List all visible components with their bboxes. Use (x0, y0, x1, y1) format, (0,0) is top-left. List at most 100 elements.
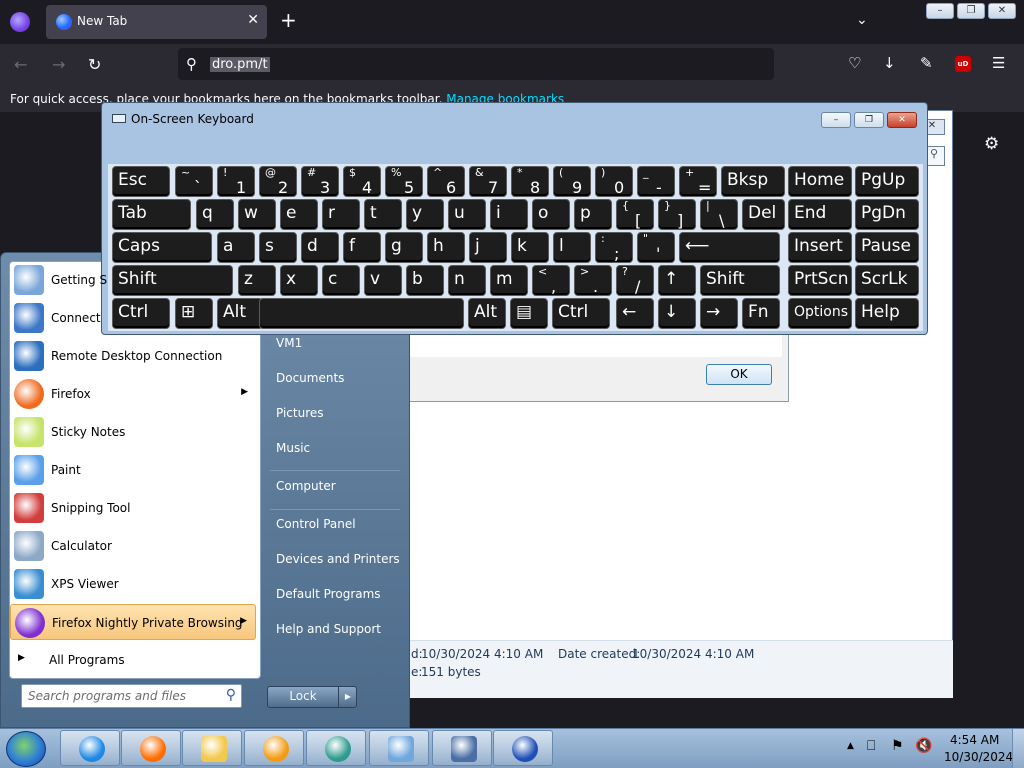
osk-key[interactable]: t (364, 199, 402, 230)
start-link[interactable]: Documents (276, 371, 344, 385)
start-button-icon[interactable] (6, 731, 46, 767)
osk-key[interactable]: | \ (700, 199, 738, 230)
show-hidden-icon[interactable]: ▲ (847, 741, 854, 751)
osk-key[interactable]: b (406, 265, 444, 296)
osk-key[interactable]: & 7 (469, 166, 507, 197)
osk-key[interactable]: v (364, 265, 402, 296)
hamburger-menu-icon[interactable]: ☰ (992, 54, 1005, 72)
taskbar-button[interactable] (182, 730, 242, 766)
lock-button[interactable]: Lock ▶ (267, 686, 357, 708)
osk-key[interactable]: Esc (112, 166, 170, 197)
program-item[interactable]: Remote Desktop Connection (10, 338, 256, 374)
start-link[interactable]: Devices and Printers (276, 552, 400, 566)
program-item[interactable]: Getting S (10, 262, 256, 298)
osk-key[interactable] (259, 298, 464, 329)
osk-key[interactable]: Help (855, 298, 919, 329)
restore-window-button[interactable]: ❐ (957, 3, 985, 19)
osk-key[interactable]: * 8 (511, 166, 549, 197)
osk-key[interactable]: ↑ (658, 265, 696, 296)
osk-key[interactable]: ScrLk (855, 265, 919, 296)
clock-date[interactable]: 10/30/2024 (944, 750, 1013, 764)
taskbar-button[interactable] (493, 730, 553, 766)
osk-key[interactable]: <, (532, 265, 570, 296)
downloads-icon[interactable]: ↓ (883, 54, 896, 72)
taskbar-button[interactable] (369, 730, 429, 766)
start-link[interactable]: Music (276, 441, 310, 455)
firefox-menu-icon[interactable] (10, 12, 30, 32)
osk-key[interactable]: ⟵ (679, 232, 780, 263)
osk-key[interactable]: Options (788, 298, 852, 329)
osk-key[interactable]: n (448, 265, 486, 296)
taskbar-button[interactable] (121, 730, 181, 766)
osk-key[interactable]: c (322, 265, 360, 296)
osk-key[interactable]: Pause (855, 232, 919, 263)
osk-key[interactable]: q (196, 199, 234, 230)
osk-key[interactable]: @2 (259, 166, 297, 197)
tab-new-tab[interactable]: New Tab ✕ (46, 5, 267, 39)
osk-key[interactable]: % 5 (385, 166, 423, 197)
osk-key[interactable]: u (448, 199, 486, 230)
osk-key[interactable]: ^ 6 (427, 166, 465, 197)
program-item[interactable]: Firefox ▶ (10, 376, 256, 412)
osk-key[interactable]: _ - (637, 166, 675, 197)
network-icon[interactable]: ⎕ (867, 738, 875, 754)
osk-key[interactable]: #3 (301, 166, 339, 197)
tab-close-icon[interactable]: ✕ (247, 12, 259, 28)
osk-key[interactable]: p (574, 199, 612, 230)
osk-key[interactable]: r (322, 199, 360, 230)
osk-key[interactable]: ~ ` (175, 166, 213, 197)
osk-key[interactable]: {[ (616, 199, 654, 230)
osk-key[interactable]: End (788, 199, 852, 230)
osk-key[interactable]: a (217, 232, 255, 263)
osk-key[interactable]: → (700, 298, 738, 329)
osk-key[interactable]: Fn (742, 298, 780, 329)
osk-key[interactable]: d (301, 232, 339, 263)
ublock-origin-icon[interactable]: uD (955, 56, 971, 72)
close-window-button[interactable]: ✕ (988, 3, 1016, 19)
osk-key[interactable]: ▤ (510, 298, 548, 329)
url-bar[interactable]: ⚲ dro.pm/t (178, 48, 774, 80)
osk-key[interactable]: i (490, 199, 528, 230)
shutdown-options-arrow-icon[interactable]: ▶ (338, 687, 357, 707)
new-tab-button[interactable]: + (280, 10, 297, 30)
osk-key[interactable]: Shift (700, 265, 780, 296)
start-search-input[interactable]: Search programs and files ⚲ (21, 684, 242, 708)
osk-key[interactable]: Tab (112, 199, 191, 230)
settings-gear-icon[interactable]: ⚙ (984, 134, 999, 154)
osk-key[interactable]: ? / (616, 265, 654, 296)
taskbar-button[interactable] (244, 730, 304, 766)
program-item[interactable]: Firefox Nightly Private Browsing ▶ (10, 604, 256, 640)
start-link[interactable]: Default Programs (276, 587, 381, 601)
start-link[interactable]: Help and Support (276, 622, 381, 636)
program-item[interactable]: Snipping Tool (10, 490, 256, 526)
osk-key[interactable]: o (532, 199, 570, 230)
osk-key[interactable]: ← (616, 298, 654, 329)
osk-key[interactable]: :; (595, 232, 633, 263)
back-arrow-icon[interactable]: ← (14, 56, 27, 74)
show-desktop-button[interactable] (1012, 729, 1024, 768)
osk-key[interactable]: h (427, 232, 465, 263)
osk-key[interactable]: + = (679, 166, 717, 197)
start-link[interactable]: Pictures (276, 406, 324, 420)
minimize-window-button[interactable]: – (926, 3, 954, 19)
osk-key[interactable]: w (238, 199, 276, 230)
osk-key[interactable]: x (280, 265, 318, 296)
pocket-icon[interactable]: ♡ (848, 54, 861, 72)
all-programs-item[interactable]: ▶ All Programs (12, 648, 248, 672)
osk-key[interactable]: Home (788, 166, 852, 197)
osk-key[interactable]: j (469, 232, 507, 263)
osk-key[interactable]: ! 1 (217, 166, 255, 197)
extensions-icon[interactable]: ✎ (920, 54, 933, 72)
list-all-tabs-chevron-icon[interactable]: ⌄ (856, 12, 868, 28)
taskbar-button[interactable] (60, 730, 120, 766)
clock-time[interactable]: 4:54 AM (950, 733, 999, 747)
osk-key[interactable]: Ctrl (552, 298, 610, 329)
osk-key[interactable]: Insert (788, 232, 852, 263)
start-link[interactable]: Computer (276, 479, 336, 493)
osk-key[interactable]: s (259, 232, 297, 263)
osk-restore-button[interactable]: ❐ (854, 112, 884, 128)
osk-key[interactable]: PrtScn (788, 265, 852, 296)
forward-arrow-icon[interactable]: → (52, 56, 65, 74)
osk-key[interactable]: }] (658, 199, 696, 230)
start-link[interactable]: VM1 (276, 336, 302, 350)
